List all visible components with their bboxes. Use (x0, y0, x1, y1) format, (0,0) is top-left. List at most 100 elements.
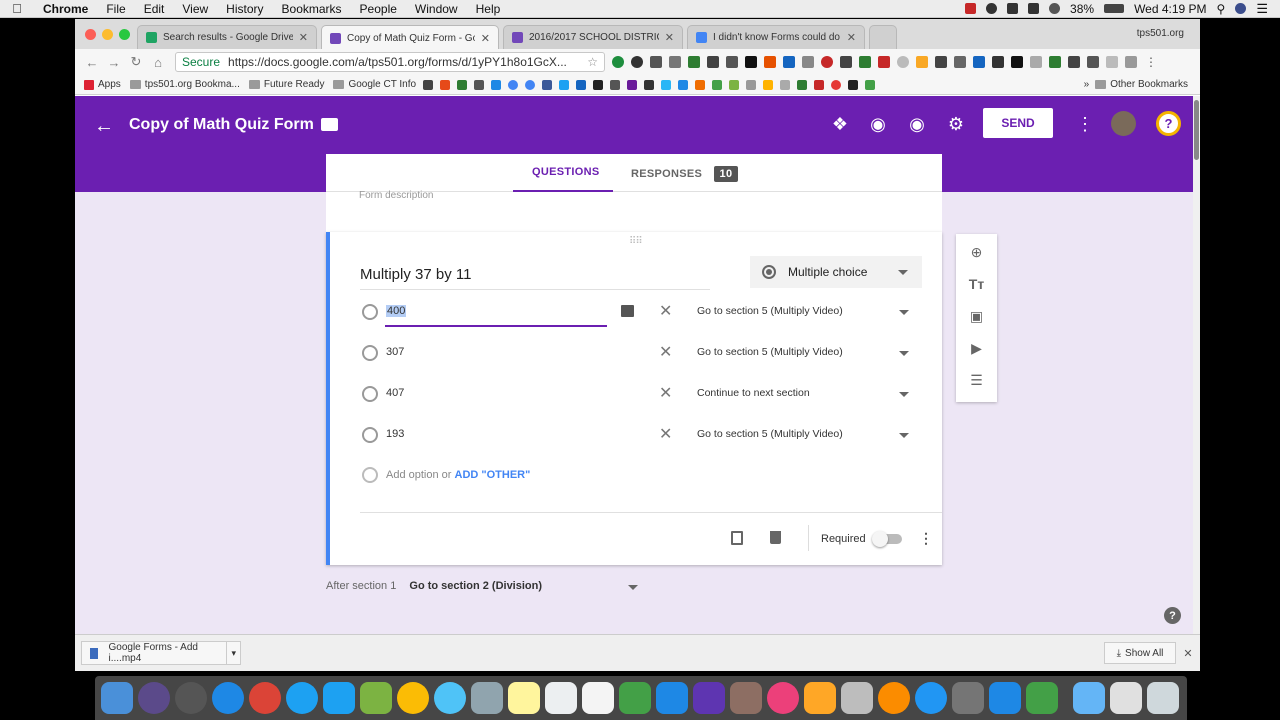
profile-name[interactable]: tps501.org (1137, 28, 1184, 39)
battery-icon[interactable] (1104, 4, 1125, 13)
remove-option-icon[interactable]: ✕ (659, 301, 672, 321)
google-bookmark-icon[interactable] (525, 79, 536, 90)
recording-icon[interactable] (965, 3, 977, 14)
bookmark-icon[interactable] (746, 79, 757, 90)
bookmark-icon[interactable] (678, 79, 689, 90)
extension-icon[interactable] (859, 56, 871, 68)
menu-people[interactable]: People (351, 2, 406, 16)
bookmark-icon[interactable] (491, 79, 502, 90)
bookmark-icon[interactable] (440, 79, 451, 90)
bookmarks-overflow-icon[interactable]: » (1084, 79, 1090, 90)
siri-icon[interactable] (138, 682, 170, 714)
extension-icon[interactable] (897, 56, 909, 68)
bookmark-icon[interactable] (423, 79, 434, 90)
bookmark-icon[interactable] (848, 79, 859, 90)
page-scrollbar[interactable] (1193, 96, 1200, 634)
extension-icon[interactable] (764, 56, 776, 68)
bookmark-icon[interactable] (593, 79, 604, 90)
extension-icon[interactable] (1011, 56, 1023, 68)
new-tab-button[interactable] (869, 25, 897, 49)
tab-forms-article[interactable]: I didn't know Forms could do th ✕ (687, 25, 865, 49)
chevron-down-icon[interactable] (899, 310, 909, 315)
extension-icon[interactable] (726, 56, 738, 68)
extension-icon[interactable] (1125, 56, 1137, 68)
more-options-icon[interactable]: ⋮ (1074, 114, 1096, 135)
itunes-icon[interactable] (767, 682, 799, 714)
chevron-down-icon[interactable] (899, 351, 909, 356)
chevron-down-icon[interactable] (628, 585, 638, 590)
bookmark-icon[interactable] (457, 79, 468, 90)
tab-drive-search[interactable]: Search results - Google Drive ✕ (137, 25, 317, 49)
section-goto-dropdown[interactable]: Go to section 5 (Multiply Video) (697, 346, 843, 358)
google-bookmark-icon[interactable] (508, 79, 519, 90)
required-toggle[interactable] (872, 531, 902, 547)
forward-icon[interactable]: → (103, 55, 125, 70)
close-window-button[interactable] (85, 29, 96, 40)
menu-help[interactable]: Help (467, 2, 510, 16)
bookmark-icon[interactable] (576, 79, 587, 90)
safari-icon[interactable] (212, 682, 244, 714)
question-card[interactable]: ⠿⠿ Multiply 37 by 11 Multiple choice 400… (326, 232, 942, 565)
yahoo-bookmark-icon[interactable] (627, 79, 638, 90)
bookmark-icon[interactable] (474, 79, 485, 90)
bookmark-icon[interactable] (865, 79, 876, 90)
menu-history[interactable]: History (217, 2, 272, 16)
help-icon[interactable]: ? (1164, 607, 1181, 624)
form-description-field[interactable]: Form description (359, 190, 433, 201)
close-download-shelf-icon[interactable]: ✕ (1176, 647, 1200, 660)
tab-school-district[interactable]: 2016/2017 SCHOOL DISTRICT ✕ (503, 25, 683, 49)
section-goto-dropdown[interactable]: Go to section 5 (Multiply Video) (697, 428, 843, 440)
chevron-down-icon[interactable]: ▾ (226, 642, 240, 664)
close-tab-icon[interactable]: ✕ (481, 32, 490, 45)
skype-icon[interactable] (1007, 3, 1019, 14)
preview-eye-icon[interactable]: ◉ (906, 114, 928, 135)
twitter-bookmark-icon[interactable] (559, 79, 570, 90)
remove-option-icon[interactable]: ✕ (659, 383, 672, 403)
avatar[interactable] (1111, 111, 1136, 136)
back-icon[interactable]: ← (81, 55, 103, 70)
pages-icon[interactable] (582, 682, 614, 714)
close-tab-icon[interactable]: ✕ (665, 31, 674, 44)
chrome-icon[interactable] (249, 682, 281, 714)
keynote-icon[interactable] (656, 682, 688, 714)
extension-icon[interactable] (612, 56, 624, 68)
close-tab-icon[interactable]: ✕ (847, 31, 856, 44)
extension-icon[interactable] (707, 56, 719, 68)
tweetdeck-icon[interactable] (323, 682, 355, 714)
share-extension-icon[interactable] (650, 56, 662, 68)
extension-icon[interactable] (973, 56, 985, 68)
add-question-icon[interactable]: ⊕ (968, 244, 985, 261)
send-button[interactable]: SEND (983, 108, 1053, 138)
preview-icon[interactable] (471, 682, 503, 714)
tab-questions[interactable]: QUESTIONS (532, 166, 600, 178)
extension-icon[interactable] (745, 56, 757, 68)
apps-bookmark[interactable]: Apps (84, 79, 121, 90)
imovie-icon[interactable] (693, 682, 725, 714)
url-text[interactable]: https://docs.google.com/a/tps501.org/for… (228, 55, 581, 69)
camtasia-icon[interactable] (1026, 682, 1058, 714)
textedit-icon[interactable] (545, 682, 577, 714)
palette-icon[interactable]: ◉ (867, 114, 889, 135)
extension-icon[interactable] (1106, 56, 1118, 68)
bookmark-icon[interactable] (763, 79, 774, 90)
folder-icon[interactable] (321, 118, 338, 131)
extension-icon[interactable] (935, 56, 947, 68)
facebook-bookmark-icon[interactable] (542, 79, 553, 90)
menu-app-name[interactable]: Chrome (34, 2, 97, 16)
section-goto-dropdown[interactable]: Continue to next section (697, 387, 810, 399)
bookmark-icon[interactable] (797, 79, 808, 90)
question-type-dropdown[interactable]: Multiple choice (750, 256, 922, 288)
script-editor-icon[interactable] (841, 682, 873, 714)
bookmark-icon[interactable] (695, 79, 706, 90)
show-all-downloads-button[interactable]: ⤓ Show All (1104, 642, 1176, 664)
add-video-icon[interactable]: ▶ (968, 340, 985, 357)
menu-bookmarks[interactable]: Bookmarks (273, 2, 351, 16)
section-goto-dropdown[interactable]: Go to section 5 (Multiply Video) (697, 305, 843, 317)
menu-window[interactable]: Window (406, 2, 467, 16)
duplicate-icon[interactable] (731, 531, 743, 545)
photos-icon[interactable] (397, 682, 429, 714)
add-title-icon[interactable]: Tт (968, 276, 985, 293)
airplay-icon[interactable] (1028, 3, 1040, 14)
extension-icon[interactable] (669, 56, 681, 68)
tab-responses[interactable]: RESPONSES 10 (631, 166, 739, 182)
